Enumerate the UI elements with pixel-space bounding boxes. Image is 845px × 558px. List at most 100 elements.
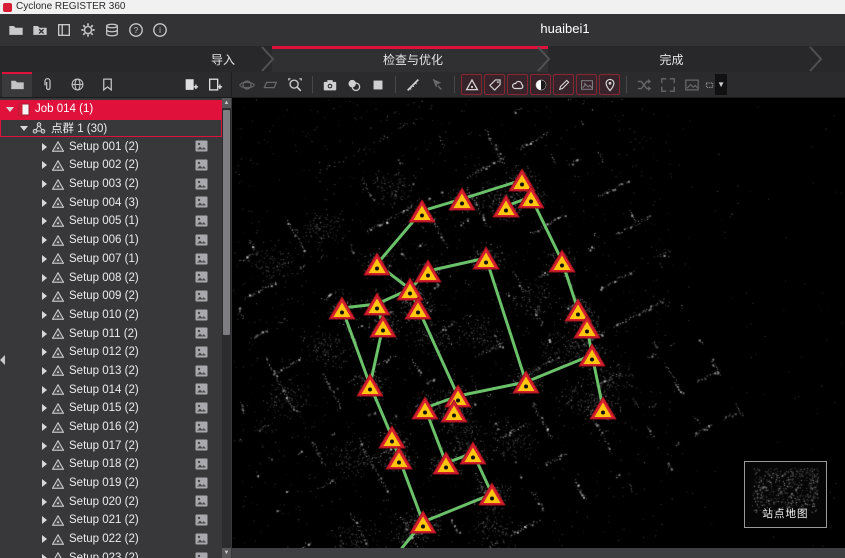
viewport[interactable]: 站点地图	[232, 98, 845, 548]
setup-images-icon[interactable]	[195, 346, 208, 361]
expander-icon[interactable]	[6, 107, 14, 112]
setup-images-icon[interactable]	[195, 309, 208, 324]
panel-collapse-handle[interactable]	[0, 352, 7, 368]
setup-marker-21[interactable]	[590, 397, 616, 419]
solid-view-button[interactable]	[367, 74, 389, 96]
setup-marker-8[interactable]	[549, 250, 575, 272]
setup-marker-15[interactable]	[357, 374, 383, 396]
setup-marker-23[interactable]	[386, 447, 412, 469]
setup-images-icon[interactable]	[195, 458, 208, 473]
setup-images-icon[interactable]	[195, 234, 208, 249]
tree-item-setup-017[interactable]: Setup 017 (2)	[0, 436, 222, 455]
expander-icon[interactable]	[40, 386, 48, 394]
tree-item-setup-015[interactable]: Setup 015 (2)	[0, 399, 222, 418]
settings-button[interactable]	[77, 18, 99, 42]
setup-images-icon[interactable]	[195, 383, 208, 398]
panel-tab-bookmarks[interactable]	[92, 72, 122, 97]
minimap[interactable]: 站点地图	[744, 461, 827, 528]
tree-item-setup-023[interactable]: Setup 023 (2)	[0, 549, 222, 558]
setup-marker-6[interactable]	[364, 253, 390, 275]
expander-icon[interactable]	[40, 311, 48, 319]
setup-images-icon[interactable]	[195, 533, 208, 548]
expander-icon[interactable]	[40, 442, 48, 450]
setup-marker-27[interactable]	[410, 511, 436, 533]
tree-item-setup-016[interactable]: Setup 016 (2)	[0, 418, 222, 437]
tree-item-setup-004[interactable]: Setup 004 (3)	[0, 193, 222, 212]
targets-button[interactable]	[530, 74, 551, 95]
tree-item-setup-002[interactable]: Setup 002 (2)	[0, 156, 222, 175]
expander-icon[interactable]	[40, 460, 48, 468]
image-view-button[interactable]	[681, 74, 703, 96]
expander-icon[interactable]	[40, 236, 48, 244]
expander-icon[interactable]	[40, 404, 48, 412]
setup-images-icon[interactable]	[195, 215, 208, 230]
pan-button[interactable]	[260, 74, 282, 96]
tree-item-setup-007[interactable]: Setup 007 (1)	[0, 250, 222, 269]
tree-item-setup-012[interactable]: Setup 012 (2)	[0, 343, 222, 362]
expander-icon[interactable]	[40, 217, 48, 225]
open-project-button[interactable]	[5, 18, 27, 42]
expander-icon[interactable]	[40, 143, 48, 151]
step-finalize[interactable]: 完成	[548, 46, 845, 72]
rect-select-button[interactable]: ▼	[705, 74, 727, 96]
setup-images-icon[interactable]	[195, 178, 208, 193]
measure-button[interactable]	[402, 74, 424, 96]
tree-item-setup-013[interactable]: Setup 013 (2)	[0, 362, 222, 381]
scroll-up-button[interactable]: ▲	[222, 98, 231, 108]
expander-icon[interactable]	[40, 274, 48, 282]
setup-marker-3[interactable]	[493, 195, 519, 217]
setup-images-icon[interactable]	[195, 402, 208, 417]
expander-icon[interactable]	[40, 554, 48, 558]
panel-tab-project-explorer[interactable]	[2, 72, 32, 97]
setup-marker-5[interactable]	[409, 200, 435, 222]
storage-button[interactable]	[101, 18, 123, 42]
expander-icon[interactable]	[20, 126, 28, 131]
setup-images-icon[interactable]	[195, 365, 208, 380]
images-button[interactable]	[576, 74, 597, 95]
setup-marker-26[interactable]	[479, 483, 505, 505]
labels-button[interactable]	[484, 74, 505, 95]
setup-images-icon[interactable]	[195, 196, 208, 211]
add-bundle-button[interactable]	[180, 74, 201, 95]
expander-icon[interactable]	[40, 292, 48, 300]
point-clouds-button[interactable]	[507, 74, 528, 95]
setup-images-icon[interactable]	[195, 271, 208, 286]
expander-icon[interactable]	[40, 348, 48, 356]
tree-item-setup-011[interactable]: Setup 011 (2)	[0, 324, 222, 343]
setups-button[interactable]	[461, 74, 482, 95]
setup-images-icon[interactable]	[195, 290, 208, 305]
tree-item-setup-005[interactable]: Setup 005 (1)	[0, 212, 222, 231]
panel-tab-attachments[interactable]	[32, 72, 62, 97]
tree-item-job[interactable]: Job 014 (1)	[0, 100, 222, 119]
setup-marker-4[interactable]	[449, 188, 475, 210]
expander-icon[interactable]	[40, 199, 48, 207]
expander-icon[interactable]	[40, 180, 48, 188]
tree-item-setup-019[interactable]: Setup 019 (2)	[0, 474, 222, 493]
scrollbar-thumb[interactable]	[223, 110, 230, 335]
setup-images-icon[interactable]	[195, 495, 208, 510]
scroll-down-button[interactable]: ▼	[222, 548, 231, 558]
tree-item-setup-021[interactable]: Setup 021 (2)	[0, 511, 222, 530]
geotags-button[interactable]	[599, 74, 620, 95]
fit-view-button[interactable]	[657, 74, 679, 96]
expander-icon[interactable]	[40, 535, 48, 543]
tree-item-setup-001[interactable]: Setup 001 (2)	[0, 137, 222, 156]
multi-select-button[interactable]	[426, 74, 448, 96]
step-review-optimize[interactable]: 检查与优化	[272, 46, 548, 72]
setup-marker-22[interactable]	[379, 426, 405, 448]
setup-images-icon[interactable]	[195, 552, 208, 558]
tree-item-setup-010[interactable]: Setup 010 (2)	[0, 306, 222, 325]
setup-marker-25[interactable]	[460, 442, 486, 464]
setup-images-icon[interactable]	[195, 439, 208, 454]
step-import[interactable]: 导入	[0, 46, 272, 72]
expander-icon[interactable]	[40, 161, 48, 169]
tree-item-setup-014[interactable]: Setup 014 (2)	[0, 380, 222, 399]
panel-tab-web[interactable]	[62, 72, 92, 97]
about-button[interactable]: i	[149, 18, 171, 42]
setup-marker-11[interactable]	[370, 315, 396, 337]
setup-marker-16[interactable]	[412, 397, 438, 419]
render-options-button[interactable]	[343, 74, 365, 96]
add-sitemap-button[interactable]	[204, 74, 225, 95]
setup-marker-24[interactable]	[433, 452, 459, 474]
setup-images-icon[interactable]	[195, 159, 208, 174]
